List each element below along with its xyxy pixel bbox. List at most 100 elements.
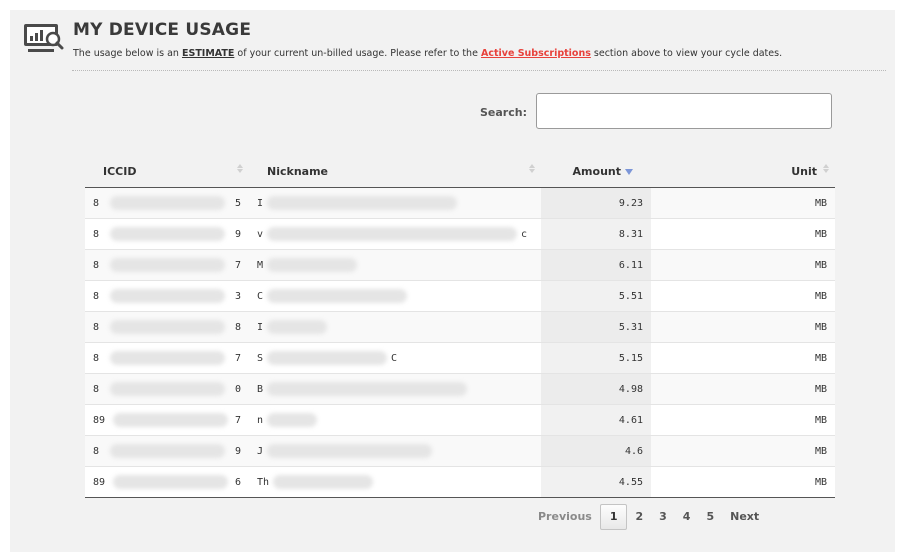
disclaimer-suffix: section above to view your cycle dates.	[593, 48, 783, 59]
nickname-cell: C	[249, 280, 541, 312]
redacted-blur	[112, 475, 228, 489]
iccid-start: 89	[93, 414, 106, 426]
column-header-nickname[interactable]: Nickname	[249, 155, 541, 188]
nickname-end: C	[391, 352, 398, 364]
iccid-cell: 88	[85, 311, 249, 343]
amount-cell: 4.6	[541, 435, 651, 467]
table-row: 8 9 v c 8.31 MB	[85, 218, 835, 250]
iccid-end: 9	[234, 228, 241, 240]
search-label: Search:	[480, 106, 527, 119]
nickname-cell: n	[249, 404, 541, 436]
page-button-2[interactable]: 2	[627, 505, 651, 529]
table-row: 89 7 n 4.61 MB	[85, 404, 835, 436]
column-header-unit[interactable]: Unit	[651, 155, 835, 188]
table-row: 8 8 I 5.31 MB	[85, 311, 835, 343]
sort-descending-icon	[625, 168, 633, 175]
page-title: MY DEVICE USAGE	[73, 20, 252, 40]
amount-cell: 5.51	[541, 280, 651, 312]
redacted-blur	[273, 475, 374, 489]
amount-cell: 9.23	[541, 187, 651, 219]
nickname-start: M	[257, 259, 264, 271]
iccid-cell: 89	[85, 218, 249, 250]
nickname-start: Th	[257, 476, 270, 488]
unit-cell: MB	[651, 311, 835, 343]
search-input[interactable]	[536, 93, 832, 129]
nickname-start: n	[257, 414, 264, 426]
sort-arrows-icon	[529, 164, 535, 173]
redacted-blur	[109, 351, 225, 365]
column-header-label: Nickname	[267, 164, 328, 178]
nickname-cell: vc	[249, 218, 541, 250]
redacted-blur	[109, 289, 225, 303]
redacted-blur	[112, 413, 228, 427]
iccid-start: 89	[93, 476, 106, 488]
active-subscriptions-link[interactable]: Active Subscriptions	[481, 48, 591, 59]
disclaimer-prefix: The usage below is an	[73, 48, 179, 59]
nickname-cell: SC	[249, 342, 541, 374]
unit-cell: MB	[651, 342, 835, 374]
nickname-start: C	[257, 290, 264, 302]
iccid-cell: 89 7	[85, 404, 249, 436]
column-header-amount[interactable]: Amount	[541, 155, 651, 188]
redacted-blur	[109, 382, 225, 396]
pagination: Previous 1 2 3 4 5 Next	[530, 504, 767, 530]
unit-cell: MB	[651, 249, 835, 281]
nickname-start: B	[257, 383, 264, 395]
unit-cell: MB	[651, 404, 835, 436]
disclaimer-mid: of your current un-billed usage. Please …	[237, 48, 478, 59]
redacted-blur	[267, 227, 518, 241]
table-row: 8 7 M 6.11 MB	[85, 249, 835, 281]
iccid-start: 8	[93, 352, 100, 364]
previous-page-button[interactable]: Previous	[530, 505, 600, 529]
redacted-blur	[267, 382, 468, 396]
iccid-cell: 87	[85, 249, 249, 281]
nickname-end: c	[521, 228, 528, 240]
column-header-iccid[interactable]: ICCID	[85, 155, 249, 188]
table-row: 8 7 S C 5.15 MB	[85, 342, 835, 374]
iccid-end: 7	[234, 352, 241, 364]
iccid-cell: 80	[85, 373, 249, 405]
section-divider	[72, 70, 886, 71]
redacted-blur	[267, 196, 458, 210]
page-button-4[interactable]: 4	[675, 505, 699, 529]
device-usage-monitor-icon	[24, 24, 64, 52]
sort-arrows-icon	[823, 164, 829, 173]
redacted-blur	[109, 258, 225, 272]
iccid-end: 6	[234, 476, 241, 488]
iccid-cell: 87	[85, 342, 249, 374]
next-page-button[interactable]: Next	[722, 505, 767, 529]
iccid-cell: 85	[85, 187, 249, 219]
redacted-blur	[109, 320, 225, 334]
iccid-end: 7	[234, 259, 241, 271]
nickname-start: S	[257, 352, 264, 364]
iccid-cell: 83	[85, 280, 249, 312]
iccid-end: 5	[234, 197, 241, 209]
iccid-end: 0	[234, 383, 241, 395]
unit-cell: MB	[651, 435, 835, 467]
nickname-start: I	[257, 321, 264, 333]
amount-cell: 6.11	[541, 249, 651, 281]
iccid-cell: 89	[85, 435, 249, 467]
unit-cell: MB	[651, 218, 835, 250]
nickname-cell: I	[249, 187, 541, 219]
estimate-emphasis: ESTIMATE	[181, 48, 235, 59]
redacted-blur	[267, 413, 318, 427]
unit-cell: MB	[651, 187, 835, 219]
nickname-cell: J	[249, 435, 541, 467]
unit-cell: MB	[651, 280, 835, 312]
iccid-start: 8	[93, 259, 100, 271]
iccid-start: 8	[93, 228, 100, 240]
iccid-start: 8	[93, 445, 100, 457]
nickname-cell: Th	[249, 466, 541, 498]
usage-table: ICCID Nickname Amount Unit 8 5 I 9.23 MB 8 9 v c…	[85, 155, 835, 498]
nickname-start: J	[257, 445, 264, 457]
nickname-start: I	[257, 197, 264, 209]
nickname-cell: B	[249, 373, 541, 405]
redacted-blur	[267, 258, 358, 272]
redacted-blur	[109, 444, 225, 458]
amount-cell: 8.31	[541, 218, 651, 250]
column-header-label: Amount	[572, 164, 621, 178]
page-button-5[interactable]: 5	[698, 505, 722, 529]
page-button-3[interactable]: 3	[651, 505, 675, 529]
page-button-1[interactable]: 1	[599, 504, 628, 530]
